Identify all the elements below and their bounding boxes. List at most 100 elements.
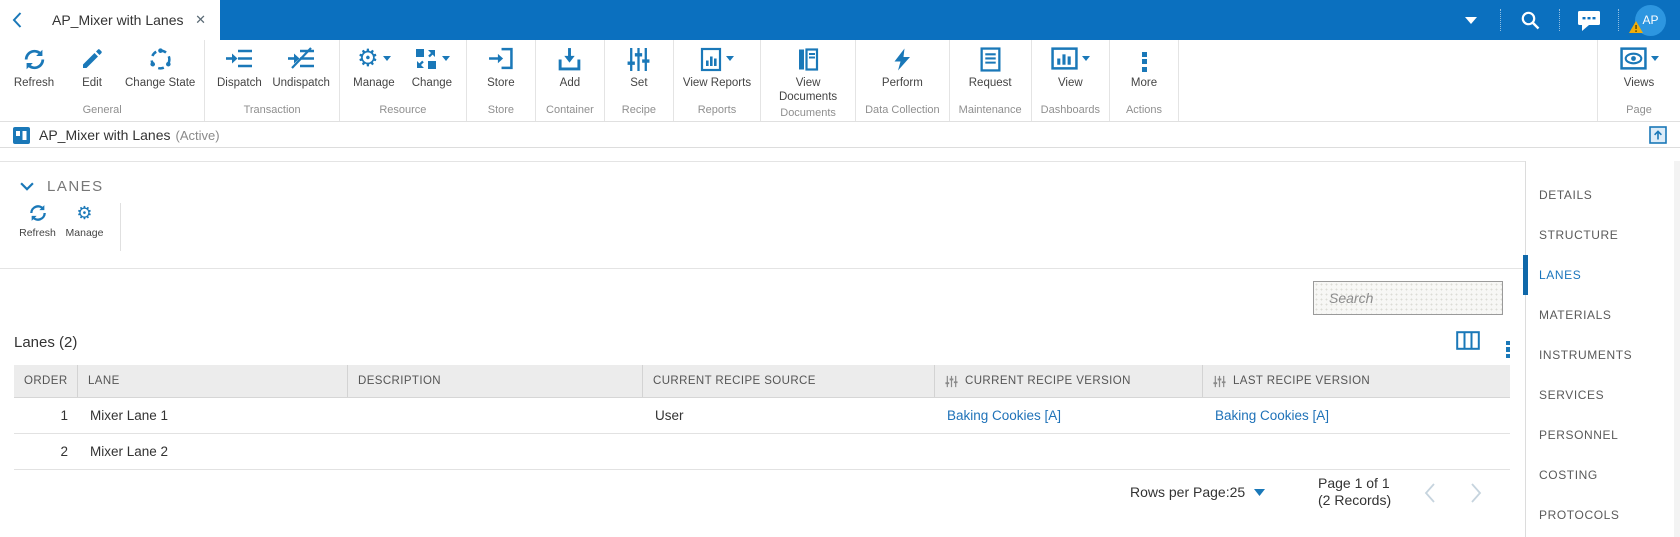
change-resource-button[interactable]: Change bbox=[403, 40, 461, 102]
ribbon-group-dashboards: View Dashboards bbox=[1032, 40, 1110, 121]
back-button[interactable] bbox=[0, 12, 30, 28]
sidebar-item-costing[interactable]: COSTING bbox=[1526, 455, 1680, 495]
tab-close-icon[interactable]: ✕ bbox=[195, 12, 206, 28]
ribbon-group-data-collection: Perform Data Collection bbox=[856, 40, 950, 121]
search-input[interactable] bbox=[1329, 290, 1511, 306]
status-badge: (Active) bbox=[175, 127, 220, 143]
store-button[interactable]: Store bbox=[472, 40, 530, 102]
table-row[interactable]: 1 Mixer Lane 1 User Baking Cookies [A] B… bbox=[14, 398, 1510, 434]
column-header-last-recipe-version[interactable]: LAST RECIPE VERSION bbox=[1203, 365, 1510, 397]
button-label: Manage bbox=[353, 77, 395, 89]
filter-sliders-icon bbox=[1213, 375, 1226, 388]
add-container-button[interactable]: Add bbox=[541, 40, 599, 102]
views-button[interactable]: Views bbox=[1610, 40, 1668, 102]
button-label: Dispatch bbox=[216, 77, 262, 89]
top-bar: AP_Mixer with Lanes ✕ AP bbox=[0, 0, 1680, 40]
cell-order: 2 bbox=[60, 444, 68, 459]
tab-dropdown-button[interactable] bbox=[1456, 16, 1486, 24]
table-title: Lanes (2) bbox=[14, 334, 78, 351]
section-manage-button[interactable]: ⚙ Manage bbox=[61, 203, 108, 251]
lanes-section-toggle[interactable]: LANES bbox=[20, 178, 104, 195]
user-menu[interactable]: AP bbox=[1629, 4, 1666, 36]
cell-lane: Mixer Lane 1 bbox=[90, 408, 169, 423]
tab-ap-mixer-with-lanes[interactable]: AP_Mixer with Lanes ✕ bbox=[30, 0, 220, 40]
sidebar-item-details[interactable]: DETAILS bbox=[1526, 175, 1680, 215]
button-label: Add bbox=[559, 77, 581, 89]
top-bar-right: AP bbox=[1456, 0, 1680, 40]
tab-strip: AP_Mixer with Lanes ✕ bbox=[0, 0, 220, 40]
sidebar-item-instruments[interactable]: INSTRUMENTS bbox=[1526, 335, 1680, 375]
tab-title: AP_Mixer with Lanes bbox=[52, 12, 184, 28]
button-label: View Reports bbox=[682, 77, 752, 89]
lightning-bolt-icon bbox=[894, 48, 911, 71]
chat-icon bbox=[1578, 11, 1600, 31]
section-title: LANES bbox=[47, 178, 104, 195]
sidebar-item-materials[interactable]: MATERIALS bbox=[1526, 295, 1680, 335]
column-chooser-button[interactable] bbox=[1455, 331, 1480, 355]
ribbon-toolbar: Refresh Edit Change State General Dispat… bbox=[0, 40, 1680, 122]
refresh-button[interactable]: Refresh bbox=[5, 40, 63, 102]
divider bbox=[0, 268, 1524, 269]
edit-button[interactable]: Edit bbox=[63, 40, 121, 102]
avatar-initials: AP bbox=[1642, 13, 1659, 27]
ribbon-group-general: Refresh Edit Change State General bbox=[0, 40, 206, 121]
sidebar-item-lanes[interactable]: LANES bbox=[1523, 255, 1680, 295]
ribbon-group-label: General bbox=[82, 104, 122, 116]
table-row[interactable]: 2 Mixer Lane 2 bbox=[14, 434, 1510, 470]
page-title: AP_Mixer with Lanes bbox=[39, 127, 171, 143]
sidebar-item-services[interactable]: SERVICES bbox=[1526, 375, 1680, 415]
messages-button[interactable] bbox=[1574, 8, 1604, 32]
sidebar-item-structure[interactable]: STRUCTURE bbox=[1526, 215, 1680, 255]
button-label: Change bbox=[411, 77, 453, 89]
current-recipe-version-link[interactable]: Baking Cookies [A] bbox=[947, 408, 1061, 423]
cell-lane: Mixer Lane 2 bbox=[90, 444, 169, 459]
undispatch-button[interactable]: Undispatch bbox=[268, 40, 334, 102]
perform-button[interactable]: Perform bbox=[873, 40, 931, 102]
caret-down-icon bbox=[1254, 488, 1266, 496]
manage-resource-button[interactable]: ⚙ Manage bbox=[345, 40, 403, 102]
divider bbox=[1618, 9, 1619, 31]
sidebar-item-protocols[interactable]: PROTOCOLS bbox=[1526, 495, 1680, 535]
change-state-button[interactable]: Change State bbox=[121, 40, 199, 102]
column-header-description[interactable]: DESCRIPTION bbox=[348, 365, 643, 397]
lanes-table: ORDER LANE DESCRIPTION CURRENT RECIPE SO… bbox=[14, 365, 1510, 470]
view-dashboards-button[interactable]: View bbox=[1041, 40, 1099, 102]
table-menu-button[interactable] bbox=[1505, 339, 1510, 359]
warning-badge-icon bbox=[1629, 20, 1643, 38]
cell-description bbox=[348, 398, 643, 433]
more-actions-button[interactable]: More bbox=[1115, 40, 1173, 102]
column-header-current-recipe-version[interactable]: CURRENT RECIPE VERSION bbox=[935, 365, 1203, 397]
next-page-button[interactable] bbox=[1470, 481, 1483, 510]
request-button[interactable]: Request bbox=[961, 40, 1019, 102]
divider bbox=[1559, 9, 1560, 31]
dispatch-button[interactable]: Dispatch bbox=[210, 40, 268, 102]
view-documents-button[interactable]: View Documents bbox=[766, 40, 850, 105]
button-label: Edit bbox=[82, 77, 102, 89]
ribbon-group-recipe: Set Recipe bbox=[605, 40, 674, 121]
sidebar-item-personnel[interactable]: PERSONNEL bbox=[1526, 415, 1680, 455]
previous-page-button[interactable] bbox=[1423, 481, 1436, 510]
expand-button[interactable] bbox=[1649, 126, 1667, 144]
ribbon-group-label: Container bbox=[546, 104, 594, 116]
button-label: Views bbox=[1623, 77, 1655, 89]
chevron-right-icon bbox=[1471, 483, 1482, 503]
set-recipe-button[interactable]: Set bbox=[610, 40, 668, 102]
rows-per-page-dropdown[interactable]: Rows per Page: 25 bbox=[1130, 484, 1266, 500]
right-sidebar-nav: DETAILS STRUCTURE LANES MATERIALS INSTRU… bbox=[1523, 161, 1680, 537]
cell-description bbox=[348, 434, 643, 469]
view-reports-button[interactable]: View Reports bbox=[679, 40, 755, 102]
content-area: LANES Refresh ⚙ Manage Lanes (2) bbox=[0, 148, 1680, 537]
column-header-order[interactable]: ORDER bbox=[14, 365, 78, 397]
global-search-button[interactable] bbox=[1515, 9, 1545, 31]
app-window: AP_Mixer with Lanes ✕ AP Refresh Edit Ch… bbox=[0, 0, 1680, 537]
ribbon-group-label: Transaction bbox=[243, 104, 301, 116]
column-header-current-recipe-source[interactable]: CURRENT RECIPE SOURCE bbox=[643, 365, 935, 397]
scrollbar[interactable] bbox=[1674, 161, 1680, 537]
tray-download-icon bbox=[559, 48, 581, 71]
pencil-icon bbox=[83, 49, 102, 68]
ribbon-group-label: Store bbox=[487, 104, 515, 116]
section-refresh-button[interactable]: Refresh bbox=[14, 203, 61, 251]
table-actions bbox=[1455, 331, 1510, 359]
last-recipe-version-link[interactable]: Baking Cookies [A] bbox=[1215, 408, 1329, 423]
column-header-lane[interactable]: LANE bbox=[78, 365, 348, 397]
